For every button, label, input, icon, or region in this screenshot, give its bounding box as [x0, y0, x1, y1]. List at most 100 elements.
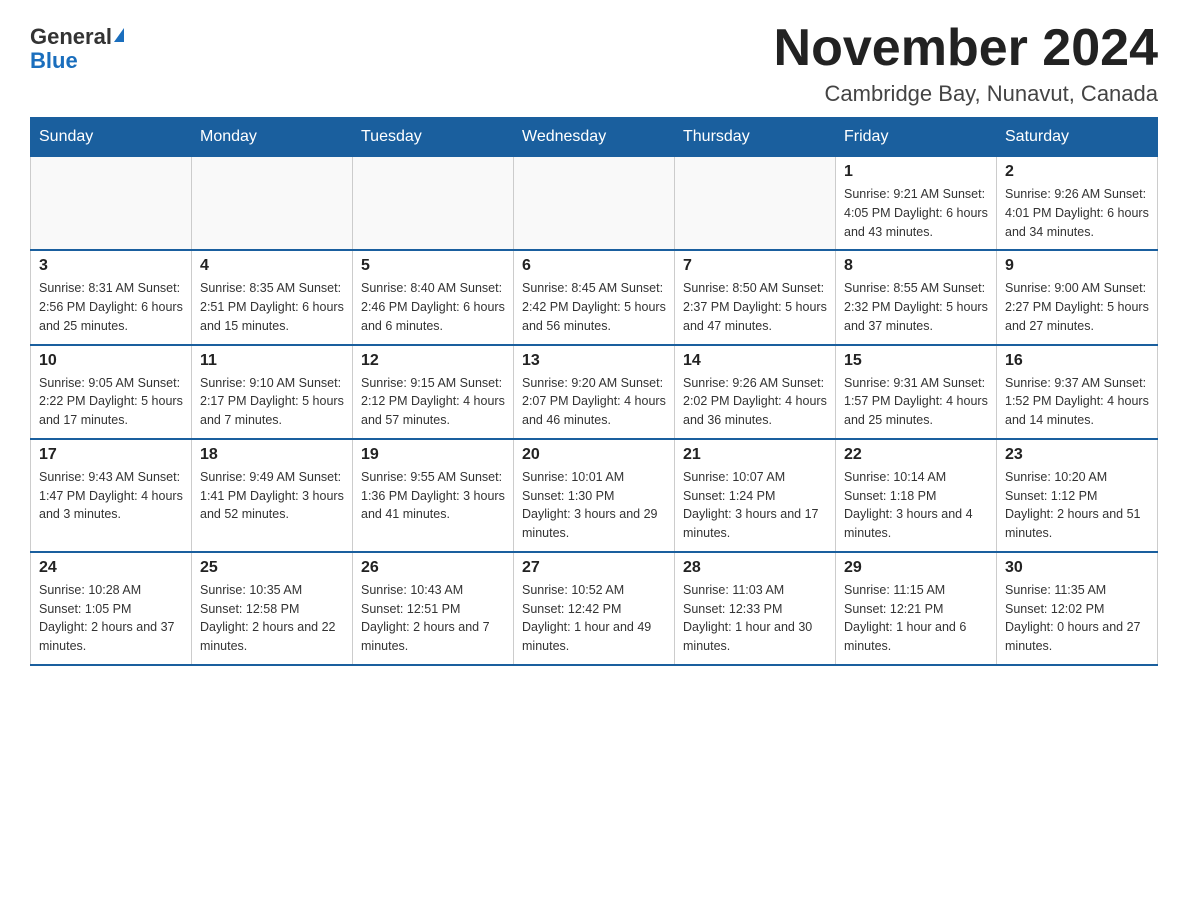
calendar-cell: [675, 157, 836, 251]
day-number: 28: [683, 559, 827, 577]
day-info: Sunrise: 9:20 AM Sunset: 2:07 PM Dayligh…: [522, 374, 666, 430]
calendar-week-4: 17 Sunrise: 9:43 AM Sunset: 1:47 PM Dayli…: [31, 439, 1158, 552]
calendar-week-3: 10Sunrise: 9:05 AM Sunset: 2:22 PM Dayli…: [31, 345, 1158, 439]
calendar-cell: 2 Sunrise: 9:26 AM Sunset: 4:01 PM Daylig…: [997, 157, 1158, 251]
day-number: 14: [683, 352, 827, 370]
calendar-cell: 27Sunrise: 10:52 AM Sunset: 12:42 PM Day…: [514, 552, 675, 665]
day-number: 21: [683, 446, 827, 464]
day-header-saturday: Saturday: [997, 118, 1158, 157]
day-number: 20: [522, 446, 666, 464]
calendar-cell: 15 Sunrise: 9:31 AM Sunset: 1:57 PM Dayli…: [836, 345, 997, 439]
calendar-cell: 13 Sunrise: 9:20 AM Sunset: 2:07 PM Dayli…: [514, 345, 675, 439]
day-number: 27: [522, 559, 666, 577]
day-header-tuesday: Tuesday: [353, 118, 514, 157]
day-number: 17: [39, 446, 183, 464]
day-info: Sunrise: 10:28 AM Sunset: 1:05 PM Daylig…: [39, 581, 183, 656]
day-info: Sunrise: 10:43 AM Sunset: 12:51 PM Dayli…: [361, 581, 505, 656]
day-info: Sunrise: 11:03 AM Sunset: 12:33 PM Dayli…: [683, 581, 827, 656]
day-header-friday: Friday: [836, 118, 997, 157]
day-number: 19: [361, 446, 505, 464]
day-info: Sunrise: 8:50 AM Sunset: 2:37 PM Dayligh…: [683, 279, 827, 335]
day-info: Sunrise: 9:49 AM Sunset: 1:41 PM Dayligh…: [200, 468, 344, 524]
calendar-cell: 25Sunrise: 10:35 AM Sunset: 12:58 PM Day…: [192, 552, 353, 665]
calendar-cell: [192, 157, 353, 251]
day-info: Sunrise: 9:15 AM Sunset: 2:12 PM Dayligh…: [361, 374, 505, 430]
day-number: 10: [39, 352, 183, 370]
calendar-week-1: 1 Sunrise: 9:21 AM Sunset: 4:05 PM Daylig…: [31, 157, 1158, 251]
calendar-cell: 30 Sunrise: 11:35 AM Sunset: 12:02 PM Day…: [997, 552, 1158, 665]
day-header-monday: Monday: [192, 118, 353, 157]
day-number: 18: [200, 446, 344, 464]
day-info: Sunrise: 9:00 AM Sunset: 2:27 PM Dayligh…: [1005, 279, 1149, 335]
day-header-sunday: Sunday: [31, 118, 192, 157]
day-number: 30: [1005, 559, 1149, 577]
calendar-cell: 14 Sunrise: 9:26 AM Sunset: 2:02 PM Dayli…: [675, 345, 836, 439]
calendar-cell: 21 Sunrise: 10:07 AM Sunset: 1:24 PM Dayl…: [675, 439, 836, 552]
calendar-table: SundayMondayTuesdayWednesdayThursdayFrid…: [30, 117, 1158, 666]
calendar-cell: 4Sunrise: 8:35 AM Sunset: 2:51 PM Daylig…: [192, 250, 353, 344]
calendar-cell: 26 Sunrise: 10:43 AM Sunset: 12:51 PM Day…: [353, 552, 514, 665]
day-info: Sunrise: 9:55 AM Sunset: 1:36 PM Dayligh…: [361, 468, 505, 524]
day-number: 25: [200, 559, 344, 577]
day-info: Sunrise: 11:15 AM Sunset: 12:21 PM Dayli…: [844, 581, 988, 656]
calendar-cell: [31, 157, 192, 251]
calendar-cell: 1 Sunrise: 9:21 AM Sunset: 4:05 PM Daylig…: [836, 157, 997, 251]
day-info: Sunrise: 10:20 AM Sunset: 1:12 PM Daylig…: [1005, 468, 1149, 543]
calendar-cell: 7 Sunrise: 8:50 AM Sunset: 2:37 PM Daylig…: [675, 250, 836, 344]
day-info: Sunrise: 9:21 AM Sunset: 4:05 PM Dayligh…: [844, 185, 988, 241]
calendar-week-2: 3Sunrise: 8:31 AM Sunset: 2:56 PM Daylig…: [31, 250, 1158, 344]
day-number: 7: [683, 257, 827, 275]
calendar-cell: 10Sunrise: 9:05 AM Sunset: 2:22 PM Dayli…: [31, 345, 192, 439]
calendar-cell: 6Sunrise: 8:45 AM Sunset: 2:42 PM Daylig…: [514, 250, 675, 344]
day-info: Sunrise: 8:55 AM Sunset: 2:32 PM Dayligh…: [844, 279, 988, 335]
day-number: 23: [1005, 446, 1149, 464]
day-info: Sunrise: 9:26 AM Sunset: 4:01 PM Dayligh…: [1005, 185, 1149, 241]
calendar-cell: 23 Sunrise: 10:20 AM Sunset: 1:12 PM Dayl…: [997, 439, 1158, 552]
day-number: 13: [522, 352, 666, 370]
logo-blue-text: Blue: [30, 48, 78, 73]
calendar-cell: 28 Sunrise: 11:03 AM Sunset: 12:33 PM Day…: [675, 552, 836, 665]
calendar-cell: 24 Sunrise: 10:28 AM Sunset: 1:05 PM Dayl…: [31, 552, 192, 665]
day-info: Sunrise: 10:01 AM Sunset: 1:30 PM Daylig…: [522, 468, 666, 543]
day-number: 4: [200, 257, 344, 275]
day-info: Sunrise: 9:26 AM Sunset: 2:02 PM Dayligh…: [683, 374, 827, 430]
calendar-cell: 18 Sunrise: 9:49 AM Sunset: 1:41 PM Dayli…: [192, 439, 353, 552]
day-info: Sunrise: 8:45 AM Sunset: 2:42 PM Dayligh…: [522, 279, 666, 335]
day-info: Sunrise: 10:07 AM Sunset: 1:24 PM Daylig…: [683, 468, 827, 543]
calendar-cell: 12 Sunrise: 9:15 AM Sunset: 2:12 PM Dayli…: [353, 345, 514, 439]
calendar-cell: [353, 157, 514, 251]
day-info: Sunrise: 9:43 AM Sunset: 1:47 PM Dayligh…: [39, 468, 183, 524]
day-number: 8: [844, 257, 988, 275]
calendar-cell: [514, 157, 675, 251]
day-number: 1: [844, 163, 988, 181]
day-number: 16: [1005, 352, 1149, 370]
day-header-thursday: Thursday: [675, 118, 836, 157]
day-info: Sunrise: 9:10 AM Sunset: 2:17 PM Dayligh…: [200, 374, 344, 430]
day-number: 9: [1005, 257, 1149, 275]
month-title: November 2024: [774, 20, 1158, 77]
day-info: Sunrise: 11:35 AM Sunset: 12:02 PM Dayli…: [1005, 581, 1149, 656]
calendar-week-5: 24 Sunrise: 10:28 AM Sunset: 1:05 PM Dayl…: [31, 552, 1158, 665]
day-number: 24: [39, 559, 183, 577]
day-info: Sunrise: 9:37 AM Sunset: 1:52 PM Dayligh…: [1005, 374, 1149, 430]
calendar-cell: 19 Sunrise: 9:55 AM Sunset: 1:36 PM Dayli…: [353, 439, 514, 552]
logo-text: General Blue: [30, 25, 124, 73]
day-number: 3: [39, 257, 183, 275]
day-number: 15: [844, 352, 988, 370]
day-number: 12: [361, 352, 505, 370]
calendar-cell: 17 Sunrise: 9:43 AM Sunset: 1:47 PM Dayli…: [31, 439, 192, 552]
day-number: 26: [361, 559, 505, 577]
location-subtitle: Cambridge Bay, Nunavut, Canada: [774, 81, 1158, 107]
day-info: Sunrise: 9:31 AM Sunset: 1:57 PM Dayligh…: [844, 374, 988, 430]
calendar-cell: 16 Sunrise: 9:37 AM Sunset: 1:52 PM Dayli…: [997, 345, 1158, 439]
day-number: 5: [361, 257, 505, 275]
calendar-cell: 11 Sunrise: 9:10 AM Sunset: 2:17 PM Dayli…: [192, 345, 353, 439]
day-number: 11: [200, 352, 344, 370]
page-header: General Blue November 2024 Cambridge Bay…: [30, 20, 1158, 107]
day-header-wednesday: Wednesday: [514, 118, 675, 157]
day-number: 2: [1005, 163, 1149, 181]
calendar-cell: 8 Sunrise: 8:55 AM Sunset: 2:32 PM Daylig…: [836, 250, 997, 344]
day-number: 29: [844, 559, 988, 577]
calendar-cell: 5Sunrise: 8:40 AM Sunset: 2:46 PM Daylig…: [353, 250, 514, 344]
day-number: 22: [844, 446, 988, 464]
